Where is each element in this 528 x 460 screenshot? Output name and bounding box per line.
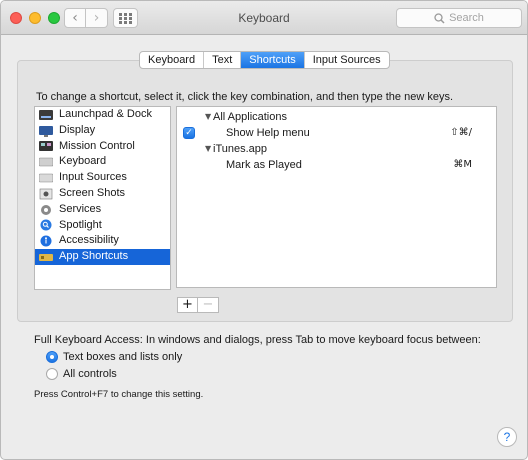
tab-input-sources[interactable]: Input Sources <box>305 52 389 68</box>
gear-icon <box>41 204 51 215</box>
category-item[interactable]: Services <box>35 202 170 218</box>
help-button[interactable]: ? <box>497 427 517 447</box>
search-icon <box>434 12 445 24</box>
search-field[interactable]: Search <box>396 8 522 28</box>
category-item[interactable]: Accessibility <box>35 233 170 249</box>
shortcut-name: Show Help menu <box>226 127 310 139</box>
input-sources-icon <box>39 173 53 183</box>
radio-all-controls[interactable]: All controls <box>46 368 117 380</box>
group-label: iTunes.app <box>213 143 268 155</box>
radio-text-boxes[interactable]: Text boxes and lists only <box>46 351 182 363</box>
accessibility-icon <box>40 235 52 247</box>
disclosure-triangle-icon[interactable]: ▼ <box>205 109 211 125</box>
tab-keyboard[interactable]: Keyboard <box>140 52 205 68</box>
shortcut-note: Press Control+F7 to change this setting. <box>34 389 204 400</box>
category-item[interactable]: Display <box>35 123 170 139</box>
shortcut-row[interactable]: Mark as Played ⌘M <box>177 157 496 173</box>
launchpad-icon <box>39 109 53 120</box>
radio-label: Text boxes and lists only <box>63 351 183 363</box>
shortcut-keys[interactable]: ⇧⌘/ <box>450 125 472 141</box>
category-item[interactable]: Mission Control <box>35 139 170 155</box>
radio-label: All controls <box>63 368 117 380</box>
spotlight-icon <box>40 219 52 231</box>
category-item[interactable]: Keyboard <box>35 154 170 170</box>
radio-button-selected[interactable] <box>46 351 58 363</box>
remove-shortcut-button[interactable]: − <box>198 297 219 313</box>
category-item[interactable]: Screen Shots <box>35 186 170 202</box>
mission-control-icon <box>39 141 53 152</box>
radio-button[interactable] <box>46 368 58 380</box>
search-placeholder: Search <box>449 12 484 24</box>
tab-bar: Keyboard Text Shortcuts Input Sources <box>139 51 390 69</box>
screenshot-icon <box>39 188 53 200</box>
app-shortcuts-icon <box>39 254 53 262</box>
category-item[interactable]: App Shortcuts <box>35 249 170 265</box>
keyboard-preferences-window: ‹ › Keyboard Search Keyboard Text Shortc… <box>0 0 528 460</box>
shortcut-keys[interactable]: ⌘M <box>453 157 472 173</box>
enable-checkbox[interactable]: ✓ <box>183 127 195 139</box>
category-item[interactable]: Launchpad & Dock <box>35 107 170 123</box>
group-row[interactable]: ▼ All Applications <box>177 109 496 125</box>
disclosure-triangle-icon[interactable]: ▼ <box>205 141 211 157</box>
full-keyboard-access-label: Full Keyboard Access: In windows and dia… <box>34 334 481 346</box>
category-item[interactable]: Input Sources <box>35 170 170 186</box>
category-item[interactable]: Spotlight <box>35 218 170 234</box>
group-label: All Applications <box>213 111 287 123</box>
group-row[interactable]: ▼ iTunes.app <box>177 141 496 157</box>
category-list[interactable]: Launchpad & Dock Display Mission Control… <box>34 106 171 290</box>
add-remove-control: + − <box>177 297 219 313</box>
shortcut-row[interactable]: ✓ Show Help menu ⇧⌘/ <box>177 125 496 141</box>
tab-text[interactable]: Text <box>204 52 242 68</box>
shortcut-name: Mark as Played <box>226 159 302 171</box>
shortcuts-list[interactable]: ▼ All Applications ✓ Show Help menu ⇧⌘/ … <box>176 106 497 288</box>
display-icon <box>39 125 53 137</box>
tab-shortcuts[interactable]: Shortcuts <box>241 52 305 68</box>
title-bar: ‹ › Keyboard Search <box>1 1 527 35</box>
keyboard-icon <box>39 157 53 167</box>
add-shortcut-button[interactable]: + <box>177 297 198 313</box>
instructions-text: To change a shortcut, select it, click t… <box>36 91 454 103</box>
